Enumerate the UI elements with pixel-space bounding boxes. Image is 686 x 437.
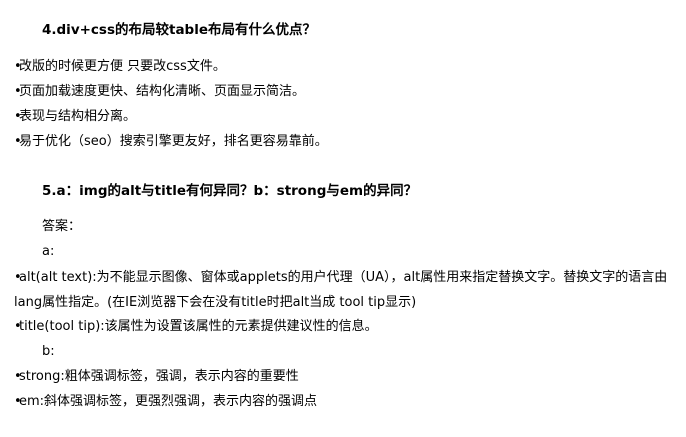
strong-description: strong:粗体强调标签，强调，表示内容的重要性 bbox=[14, 367, 299, 387]
article-page: 4.div+css的布局较table布局有什么优点？ 改版的时候更方便 只要改c… bbox=[0, 0, 686, 437]
em-description: em:斜体强调标签，更强烈强调，表示内容的强调点 bbox=[14, 392, 317, 412]
title-description: title(tool tip):该属性为设置该属性的元素提供建议性的信息。 bbox=[14, 317, 378, 337]
section-4-point-3: 表现与结构相分离。 bbox=[14, 107, 136, 127]
part-b-label: b: bbox=[42, 344, 55, 359]
section-4-point-2: 页面加载速度更快、结构化清晰、页面显示简洁。 bbox=[14, 82, 305, 102]
section-4-point-1: 改版的时候更方便 只要改css文件。 bbox=[14, 57, 226, 77]
part-a-label: a: bbox=[42, 244, 55, 259]
answer-label: 答案： bbox=[42, 219, 82, 234]
section-4-heading: 4.div+css的布局较table布局有什么优点？ bbox=[42, 22, 317, 38]
section-5-heading: 5.a：img的alt与title有何异同？b：strong与em的异同？ bbox=[42, 183, 418, 199]
section-4-point-4: 易于优化（seo）搜索引擎更友好，排名更容易靠前。 bbox=[14, 132, 328, 152]
alt-description: alt(alt text):为不能显示图像、窗体或applets的用户代理（UA… bbox=[14, 265, 678, 315]
